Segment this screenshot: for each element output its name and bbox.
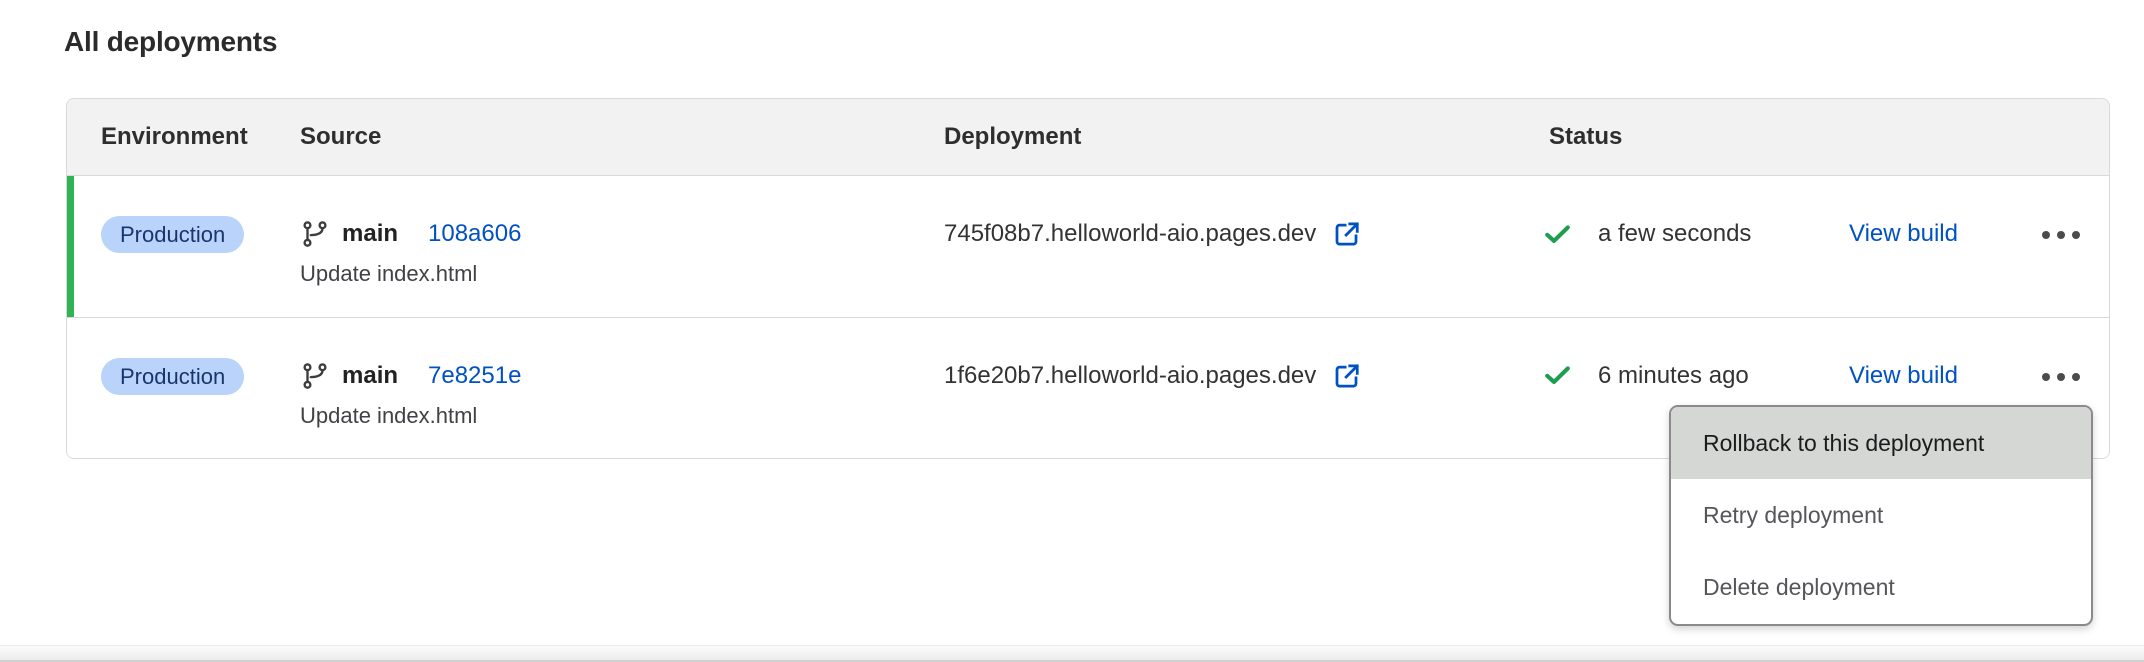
status-time: a few seconds	[1598, 220, 1751, 248]
deployment-context-menu: Rollback to this deployment Retry deploy…	[1669, 405, 2093, 626]
status-time: 6 minutes ago	[1598, 362, 1749, 390]
current-deployment-indicator	[67, 176, 74, 317]
git-branch-icon	[300, 361, 330, 391]
view-build-link[interactable]: View build	[1849, 354, 1958, 398]
menu-item-delete[interactable]: Delete deployment	[1671, 552, 2091, 624]
status-cell: a few seconds	[1542, 212, 1751, 256]
menu-item-rollback[interactable]: Rollback to this deployment	[1671, 407, 2091, 479]
deployment-url[interactable]: 745f08b7.helloworld-aio.pages.dev	[944, 220, 1316, 248]
ellipsis-menu-icon	[2042, 231, 2050, 239]
deployment-row-current: Production main 108a606 Update index.htm…	[67, 176, 2109, 318]
table-header-row: Environment Source Deployment Status	[67, 99, 2109, 176]
column-header-environment: Environment	[101, 99, 248, 175]
commit-sha-link[interactable]: 108a606	[428, 220, 521, 248]
deployment-url-cell[interactable]: 1f6e20b7.helloworld-aio.pages.dev	[944, 354, 1362, 398]
ellipsis-menu-icon	[2042, 373, 2050, 381]
view-build-link[interactable]: View build	[1849, 212, 1958, 256]
environment-cell: Production	[101, 358, 244, 395]
git-branch-icon	[300, 219, 330, 249]
branch-name: main	[342, 362, 398, 390]
deployment-url[interactable]: 1f6e20b7.helloworld-aio.pages.dev	[944, 362, 1316, 390]
source-cell: main 7e8251e Update index.html	[300, 354, 521, 432]
deployment-url-cell[interactable]: 745f08b7.helloworld-aio.pages.dev	[944, 212, 1362, 256]
section-divider	[0, 645, 2144, 662]
environment-badge: Production	[101, 216, 244, 253]
branch-name: main	[342, 220, 398, 248]
commit-message: Update index.html	[300, 258, 521, 290]
check-icon	[1542, 219, 1573, 250]
external-link-icon[interactable]	[1332, 361, 1362, 391]
column-header-source: Source	[300, 99, 381, 175]
row-menu-button[interactable]	[2025, 222, 2097, 248]
commit-sha-link[interactable]: 7e8251e	[428, 362, 521, 390]
column-header-deployment: Deployment	[944, 99, 1081, 175]
external-link-icon[interactable]	[1332, 219, 1362, 249]
source-cell: main 108a606 Update index.html	[300, 212, 521, 290]
row-menu-button[interactable]	[2025, 364, 2097, 390]
status-cell: 6 minutes ago	[1542, 354, 1749, 398]
commit-message: Update index.html	[300, 400, 521, 432]
environment-badge: Production	[101, 358, 244, 395]
deployments-page: All deployments Environment Source Deplo…	[0, 0, 2144, 662]
environment-cell: Production	[101, 216, 244, 253]
check-icon	[1542, 360, 1573, 391]
menu-item-retry[interactable]: Retry deployment	[1671, 479, 2091, 551]
page-title: All deployments	[64, 26, 277, 58]
column-header-status: Status	[1549, 99, 1622, 175]
